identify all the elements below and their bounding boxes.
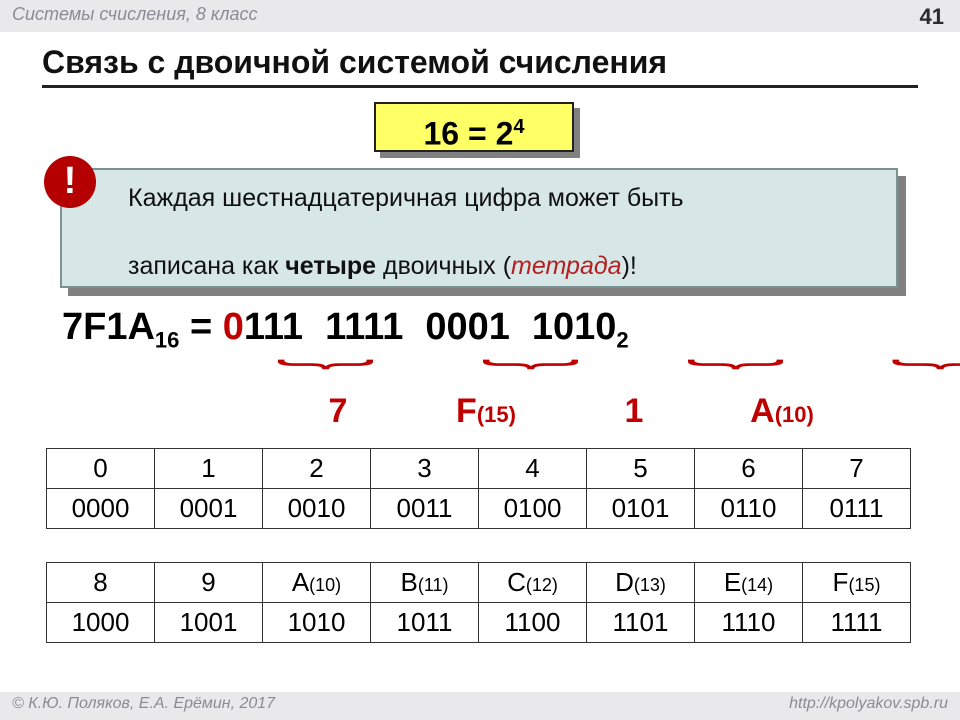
label-1: 1: [560, 392, 708, 431]
formula-box: 16 = 24: [374, 102, 574, 152]
table-8-F: 8 9 A(10) B(11) C(12) D(13) E(14) F(15) …: [46, 562, 911, 643]
brace-icon: }: [275, 343, 393, 387]
table-row: 0000 0001 0010 0011 0100 0101 0110 0111: [47, 489, 911, 529]
footer-band: © К.Ю. Поляков, Е.А. Ерёмин, 2017 http:/…: [0, 692, 960, 720]
eq-leading-zero: 0: [223, 306, 244, 348]
brace-icon: }: [890, 343, 960, 387]
brace-row: } } } }: [264, 346, 960, 383]
page-number: 41: [920, 4, 944, 30]
info-l2b: четыре: [285, 252, 376, 280]
brace-icon: }: [685, 343, 803, 387]
info-l2a: записана как: [128, 252, 285, 280]
eq-lhs-sub: 16: [155, 328, 179, 353]
page-title: Связь с двоичной системой счисления: [42, 44, 918, 88]
table-0-7: 0 1 2 3 4 5 6 7 0000 0001 0010 0011 0100…: [46, 448, 911, 529]
eq-sign: =: [179, 306, 222, 348]
header-band: Системы счисления, 8 класс 41: [0, 0, 960, 32]
info-l2c: двоичных (: [376, 252, 511, 280]
label-A: A(10): [708, 392, 856, 431]
label-F: F(15): [412, 392, 560, 431]
formula-exp: 4: [513, 116, 524, 138]
course-label: Системы счисления, 8 класс: [12, 4, 258, 24]
brace-labels: 7 F(15) 1 A(10): [264, 392, 856, 431]
info-l2d: тетрада: [511, 252, 622, 280]
eq-lhs: 7F1A: [62, 306, 155, 348]
table-row: 8 9 A(10) B(11) C(12) D(13) E(14) F(15): [47, 563, 911, 603]
brace-icon: }: [480, 343, 598, 387]
info-box: Каждая шестнадцатеричная цифра может быт…: [60, 168, 898, 288]
table-row: 1000 1001 1010 1011 1100 1101 1110 1111: [47, 603, 911, 643]
formula-base: 16 = 2: [424, 116, 514, 152]
footer-right: http://kpolyakov.spb.ru: [789, 695, 948, 717]
info-l2e: )!: [622, 252, 637, 280]
table-row: 0 1 2 3 4 5 6 7: [47, 449, 911, 489]
info-line1: Каждая шестнадцатеричная цифра может быт…: [128, 184, 684, 212]
footer-left: © К.Ю. Поляков, Е.А. Ерёмин, 2017: [12, 695, 275, 717]
exclamation-icon: !: [44, 156, 96, 208]
label-7: 7: [264, 392, 412, 431]
